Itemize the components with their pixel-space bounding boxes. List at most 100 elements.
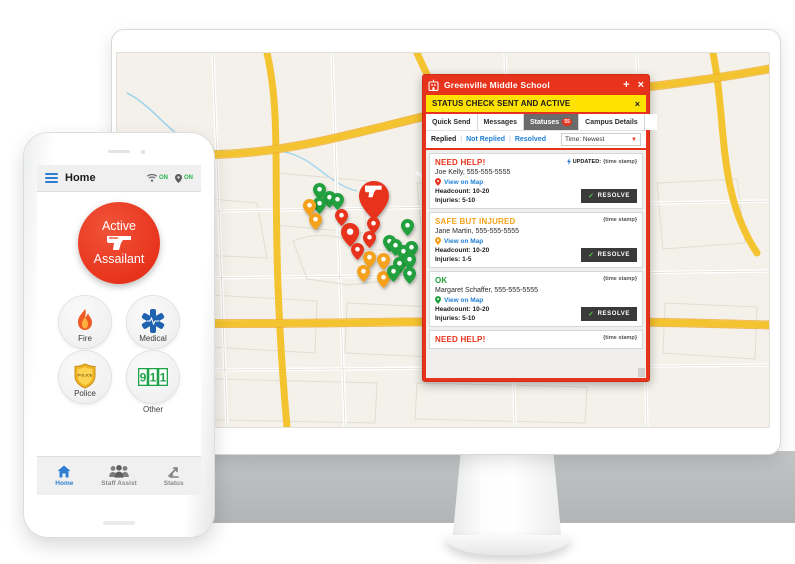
- card-status-label: NEED HELP!: [435, 335, 486, 344]
- window-title-bar: Greenville Middle School + ×: [423, 75, 649, 95]
- panic-label-line2: Assailant: [93, 252, 145, 266]
- filter-separator: |: [509, 136, 511, 143]
- card-timestamp: {time stamp}: [603, 335, 637, 341]
- tab-label: Quick Send: [432, 118, 471, 126]
- wifi-icon: [147, 174, 157, 182]
- hamburger-menu-icon[interactable]: [45, 173, 58, 183]
- nav-label: Home: [55, 480, 74, 487]
- view-on-map-label: View on Map: [444, 237, 484, 245]
- chevron-down-icon: ▼: [631, 136, 637, 143]
- tab-campus-details[interactable]: Campus Details: [579, 114, 645, 130]
- resolve-button[interactable]: ✓ RESOLVE: [581, 307, 637, 321]
- phone-camera: [141, 149, 145, 154]
- wifi-status: ON: [147, 174, 168, 182]
- tile-medical[interactable]: Medical: [127, 296, 179, 348]
- tab-messages[interactable]: Messages: [477, 114, 524, 130]
- tab-bar-filler: [644, 114, 657, 130]
- view-on-map-link[interactable]: View on Map: [435, 178, 637, 186]
- star-of-life-icon: [141, 309, 165, 333]
- banner-close-icon[interactable]: ×: [635, 99, 640, 109]
- resolve-button[interactable]: ✓ RESOLVE: [581, 248, 637, 262]
- filter-bar: Replied | Not Replied | Resolved Time: N…: [426, 130, 646, 148]
- nav-label: Staff Assist: [101, 480, 137, 487]
- svg-text:9: 9: [140, 371, 147, 385]
- view-on-map-label: View on Map: [444, 296, 484, 304]
- nav-item-home[interactable]: Home: [37, 465, 92, 487]
- status-card[interactable]: OK {time stamp} Margaret Schaffer, 555-555…: [429, 271, 643, 327]
- status-card[interactable]: SAFE BUT INJURED {time stamp} Jane Martin,…: [429, 212, 643, 268]
- tab-quick-send[interactable]: Quick Send: [426, 114, 478, 130]
- map-pin-green[interactable]: [401, 219, 414, 236]
- card-contact: Jane Martin, 555-555-5555: [435, 228, 520, 235]
- phone-body: Active Assailant Fire Medical POLICE Pol…: [37, 192, 201, 414]
- lightning-bolt-icon: [566, 158, 571, 165]
- card-timestamp-value: {time stamp}: [603, 276, 637, 282]
- map-pin-red[interactable]: [359, 181, 389, 221]
- filter-resolved[interactable]: Resolved: [515, 136, 546, 143]
- new-window-button[interactable]: +: [623, 79, 629, 91]
- tab-label: Campus Details: [585, 118, 638, 126]
- tile-circle: 9 1 1: [127, 351, 179, 403]
- filter-replied[interactable]: Replied: [431, 136, 456, 143]
- view-on-map-label: View on Map: [444, 178, 484, 186]
- phone-page-title: Home: [65, 172, 96, 184]
- mobile-phone: Home ON ON Active Assailant Fire Medical…: [24, 133, 214, 537]
- phone-screen: Home ON ON Active Assailant Fire Medical…: [37, 165, 201, 495]
- close-window-button[interactable]: ×: [638, 79, 644, 91]
- filter-separator: |: [460, 136, 463, 143]
- location-status: ON: [175, 173, 193, 183]
- tile-label: Other: [142, 405, 163, 414]
- tile-fire[interactable]: Fire: [59, 296, 111, 348]
- location-status-value: ON: [184, 175, 193, 181]
- map-pin-green[interactable]: [387, 265, 400, 282]
- status-card[interactable]: NEED HELP! UPDATED: {time stamp} Joe Kelly…: [429, 153, 643, 209]
- tile-other[interactable]: 9 1 1 Other: [127, 351, 179, 414]
- map-pin-icon: [435, 178, 441, 186]
- window-title: Greenville Middle School: [444, 80, 550, 90]
- emergency-tile-grid: Fire Medical POLICE Police 9 1 1 Other: [59, 296, 179, 414]
- svg-text:1: 1: [150, 371, 157, 385]
- card-timestamp: UPDATED: {time stamp}: [566, 158, 637, 165]
- status-card-list[interactable]: NEED HELP! UPDATED: {time stamp} Joe Kelly…: [426, 150, 646, 378]
- map-pin-green[interactable]: [403, 267, 416, 284]
- active-assailant-button[interactable]: Active Assailant: [78, 202, 160, 284]
- tile-label: Fire: [78, 334, 92, 343]
- card-status-label: OK: [435, 276, 448, 285]
- tab-statuses[interactable]: Statuses 55: [523, 114, 580, 130]
- card-contact: Joe Kelly, 555-555-5555: [435, 169, 511, 176]
- sort-select[interactable]: Time: Newest ▼: [561, 133, 641, 146]
- card-header: SAFE BUT INJURED {time stamp}: [435, 217, 637, 226]
- card-updated-prefix: UPDATED:: [572, 158, 602, 165]
- status-arrows-icon: [168, 467, 179, 478]
- monitor-screen: Greenville Middle School + × STATUS CHEC…: [116, 52, 770, 428]
- card-timestamp-value: {time stamp}: [603, 158, 637, 165]
- filter-not-replied[interactable]: Not Replied: [466, 136, 505, 143]
- map-pin-icon: [435, 296, 441, 304]
- status-card-partial[interactable]: NEED HELP! {time stamp}: [429, 330, 643, 349]
- tile-police[interactable]: POLICE Police: [59, 351, 111, 414]
- card-timestamp: {time stamp}: [603, 217, 637, 223]
- school-building-icon: [428, 79, 439, 91]
- nav-label: Status: [163, 480, 184, 487]
- tile-label: Police: [74, 389, 96, 398]
- map-pin-orange[interactable]: [309, 213, 322, 230]
- flame-icon: [78, 309, 92, 330]
- nav-item-status[interactable]: Status: [146, 465, 201, 487]
- map-pin-green[interactable]: [331, 193, 344, 210]
- check-icon: ✓: [588, 193, 595, 200]
- resolve-button[interactable]: ✓ RESOLVE: [581, 189, 637, 203]
- view-on-map-link[interactable]: View on Map: [435, 237, 637, 245]
- view-on-map-link[interactable]: View on Map: [435, 296, 637, 304]
- card-contact: Margaret Schaffer, 555-555-5555: [435, 287, 538, 294]
- resolve-button-label: RESOLVE: [597, 193, 630, 199]
- card-header: NEED HELP! UPDATED: {time stamp}: [435, 158, 637, 167]
- map-pin-red[interactable]: [363, 231, 376, 248]
- map-pin-orange[interactable]: [357, 265, 370, 282]
- map-pin-icon: [435, 237, 441, 245]
- scroll-corner[interactable]: [638, 368, 645, 377]
- wifi-status-value: ON: [159, 175, 168, 181]
- people-group-icon: [109, 465, 129, 478]
- monitor-stand-neck: [452, 451, 562, 543]
- nav-item-staff-assist[interactable]: Staff Assist: [92, 465, 147, 487]
- card-header: OK {time stamp}: [435, 276, 637, 285]
